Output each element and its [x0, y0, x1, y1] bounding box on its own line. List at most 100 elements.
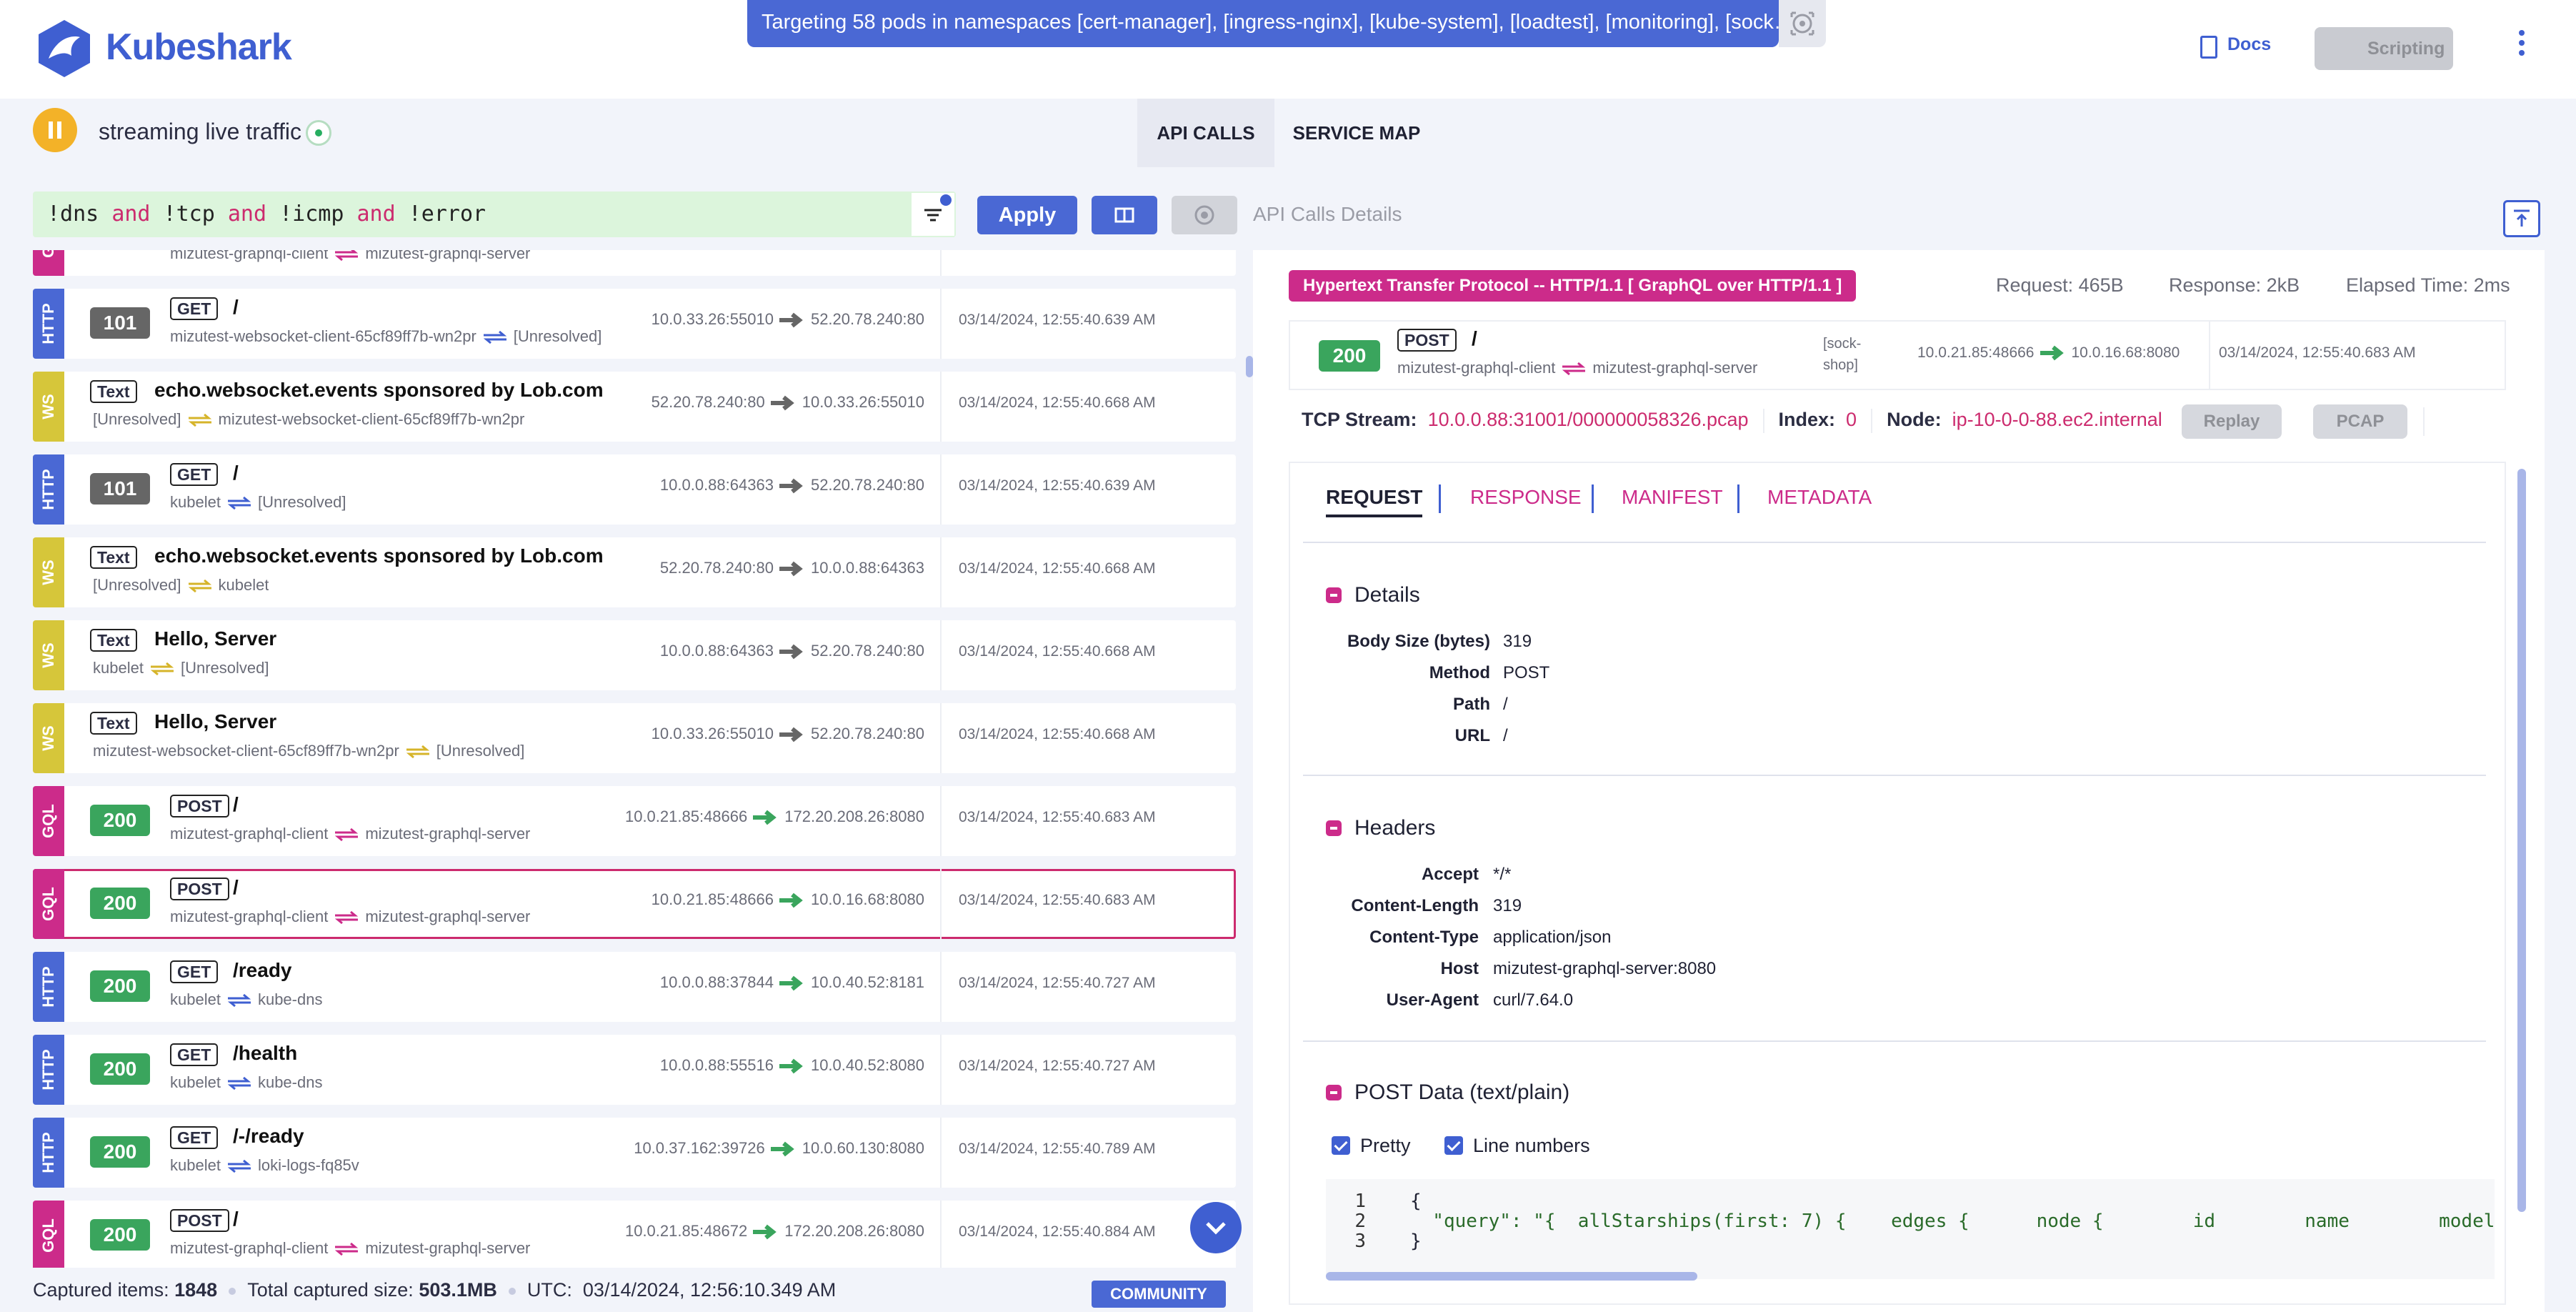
- query-helper-icon[interactable]: [1092, 196, 1157, 234]
- code-line: }: [1410, 1231, 1422, 1252]
- status-badge: 200: [1319, 340, 1380, 372]
- protocol-tag: GQL: [33, 786, 64, 856]
- collapse-details-icon[interactable]: [1326, 587, 1342, 603]
- list-scrollbar[interactable]: [1246, 356, 1253, 377]
- api-calls-list[interactable]: GQL mizutest-graphql-clientmizutest-graph…: [33, 250, 1236, 1268]
- tab-request[interactable]: REQUEST: [1326, 486, 1423, 517]
- ip-route: 10.0.0.88:55516 10.0.40.52:8080: [659, 1056, 924, 1074]
- tab-response[interactable]: RESPONSE: [1470, 486, 1582, 509]
- request-path: /: [233, 1208, 239, 1230]
- post-data-code[interactable]: 1 {2 "query": "{ allStarships(first: 7) {…: [1326, 1179, 2495, 1279]
- method-badge: POST: [170, 1209, 229, 1232]
- service-route: mizutest-graphql-client mizutest-graphql-…: [170, 908, 531, 925]
- table-row[interactable]: HTTP 200 GET /-/ready kubelet loki-logs-fq85v…: [33, 1118, 1236, 1188]
- service-route: kubelet kube-dns: [170, 990, 323, 1008]
- protocol-tag: HTTP: [33, 1035, 64, 1105]
- entry-timestamp: 03/14/2024, 12:55:40.683 AM: [2219, 344, 2416, 361]
- table-row[interactable]: GQL 200 POST / mizutest-graphql-client mizute…: [33, 1201, 1236, 1268]
- ip-route: 10.0.21.85:48666 172.20.208.26:8080: [624, 807, 924, 825]
- brand-name: Kubeshark: [106, 26, 292, 68]
- tcp-stream-info: TCP Stream: 10.0.0.88:31001/000000058326…: [1302, 409, 2162, 433]
- ip-route: 10.0.21.85:48666 10.0.16.68:8080: [651, 890, 924, 908]
- filter-input[interactable]: !dns and !tcp and !icmp and !error: [33, 192, 956, 237]
- protocol-tag: HTTP: [33, 1118, 64, 1188]
- pcap-file-link[interactable]: 10.0.0.88:31001/000000058326.pcap: [1428, 409, 1749, 430]
- field-value: curl/7.64.0: [1493, 990, 1574, 1010]
- targeting-banner[interactable]: Targeting 58 pods in namespaces [cert-ma…: [747, 0, 1779, 47]
- status-badge: 101: [90, 307, 150, 339]
- tab-manifest[interactable]: MANIFEST: [1622, 486, 1723, 509]
- code-horizontal-scrollbar[interactable]: [1326, 1272, 1697, 1281]
- protocol-tag: WS: [33, 620, 64, 690]
- row-timestamp: 03/14/2024, 12:55:40.789 AM: [959, 1140, 1156, 1157]
- scroll-to-bottom-icon[interactable]: [1190, 1202, 1242, 1253]
- request-size: Request: 465B: [1996, 274, 2124, 296]
- tab-service-map[interactable]: SERVICE MAP: [1274, 99, 1439, 167]
- pcap-button[interactable]: PCAP: [2313, 404, 2407, 439]
- ip-route: 52.20.78.240:80 10.0.0.88:64363: [659, 559, 924, 577]
- row-timestamp: 03/14/2024, 12:55:40.639 AM: [959, 312, 1156, 328]
- record-icon[interactable]: [1172, 196, 1237, 234]
- row-timestamp: 03/14/2024, 12:55:40.884 AM: [959, 1223, 1156, 1240]
- table-row[interactable]: GQL 200 POST / mizutest-graphql-client mizute…: [33, 869, 1236, 939]
- status-badge: 200: [90, 970, 150, 1002]
- line-numbers-checkbox[interactable]: [1444, 1136, 1463, 1155]
- method-badge: Text: [90, 546, 137, 569]
- apply-button[interactable]: Apply: [977, 196, 1077, 234]
- namespace: [sock-shop]: [1823, 336, 1862, 373]
- docs-link[interactable]: Docs: [2227, 34, 2271, 55]
- request-path: /: [233, 462, 239, 484]
- table-row[interactable]: WS Text Hello, Server mizutest-websocket-cl…: [33, 703, 1236, 773]
- table-row[interactable]: HTTP 101 GET / kubelet [Unresolved] 10.0.0.88:…: [33, 454, 1236, 525]
- kubeshark-logo-icon: [39, 20, 90, 77]
- details-panel-title: API Calls Details: [1253, 203, 1402, 225]
- service-route: mizutest-graphql-client mizutest-graphql-…: [1397, 359, 1758, 377]
- method-badge: GET: [170, 960, 219, 983]
- service-route: kubelet kube-dns: [170, 1073, 323, 1091]
- pause-icon[interactable]: [33, 108, 77, 152]
- request-path: /: [233, 296, 239, 318]
- table-row[interactable]: WS Text Hello, Server kubelet [Unresolved] 10…: [33, 620, 1236, 690]
- method-badge: POST: [170, 878, 229, 900]
- field-value: POST: [1503, 663, 1550, 682]
- table-row[interactable]: WS Text echo.websocket.events sponsored by…: [33, 372, 1236, 442]
- protocol-tag: WS: [33, 372, 64, 442]
- tab-api-calls[interactable]: API CALLS: [1137, 99, 1274, 167]
- details-scrollbar[interactable]: [2517, 469, 2526, 1212]
- target-settings-icon[interactable]: [1779, 0, 1826, 47]
- details-section-title: Details: [1354, 583, 1420, 607]
- service-route: mizutest-websocket-client-65cf89ff7b-wn2…: [170, 327, 602, 345]
- table-row[interactable]: HTTP 200 GET/health kubelet kube-dns 10.0.0.8…: [33, 1035, 1236, 1105]
- status-badge: 200: [90, 1219, 150, 1251]
- live-indicator-icon: [306, 120, 331, 146]
- request-path: /-/ready: [233, 1125, 304, 1147]
- collapse-headers-icon[interactable]: [1326, 820, 1342, 836]
- table-row[interactable]: WS Text echo.websocket.events sponsored by…: [33, 537, 1236, 607]
- code-line: {: [1410, 1191, 1422, 1212]
- more-menu-icon[interactable]: [2509, 26, 2535, 69]
- ip-route: 52.20.78.240:80 10.0.33.26:55010: [651, 393, 924, 411]
- code-line: "query": "{ allStarships(first: 7) { edg…: [1410, 1211, 2495, 1232]
- status-bar: Captured items: 1848 Total captured size:…: [33, 1279, 837, 1301]
- table-row[interactable]: GQL 200 POST / mizutest-graphql-client mizute…: [33, 786, 1236, 856]
- table-row[interactable]: GQL mizutest-graphql-clientmizutest-graph…: [33, 250, 1236, 276]
- table-row[interactable]: HTTP 101 GET / mizutest-websocket-client-65c…: [33, 289, 1236, 359]
- ip-route: 10.0.21.85:48672 172.20.208.26:8080: [624, 1222, 924, 1240]
- field-label: User-Agent: [1386, 990, 1479, 1010]
- request-path: Hello, Server: [154, 627, 277, 650]
- entry-summary: 200 POST / mizutest-graphql-client mizute…: [1289, 320, 2506, 390]
- scripting-button[interactable]: Scripting: [2315, 27, 2453, 70]
- replay-button[interactable]: Replay: [2182, 404, 2282, 439]
- table-row[interactable]: HTTP 200 GET/ready kubelet kube-dns 10.0.0.88…: [33, 952, 1236, 1022]
- method-badge: Text: [90, 712, 137, 735]
- service-route: mizutest-graphql-client mizutest-graphql-…: [170, 250, 531, 262]
- tab-metadata[interactable]: METADATA: [1767, 486, 1872, 509]
- ip-route: 10.0.33.26:55010 52.20.78.240:80: [651, 725, 924, 742]
- collapse-post-data-icon[interactable]: [1326, 1085, 1342, 1100]
- stream-status: streaming live traffic: [99, 119, 301, 144]
- captured-items-count: 1848: [174, 1279, 218, 1301]
- expand-panel-icon[interactable]: [2503, 200, 2540, 237]
- docs-icon[interactable]: [2200, 36, 2217, 59]
- pretty-checkbox[interactable]: [1332, 1136, 1350, 1155]
- field-label: Content-Type: [1369, 928, 1479, 947]
